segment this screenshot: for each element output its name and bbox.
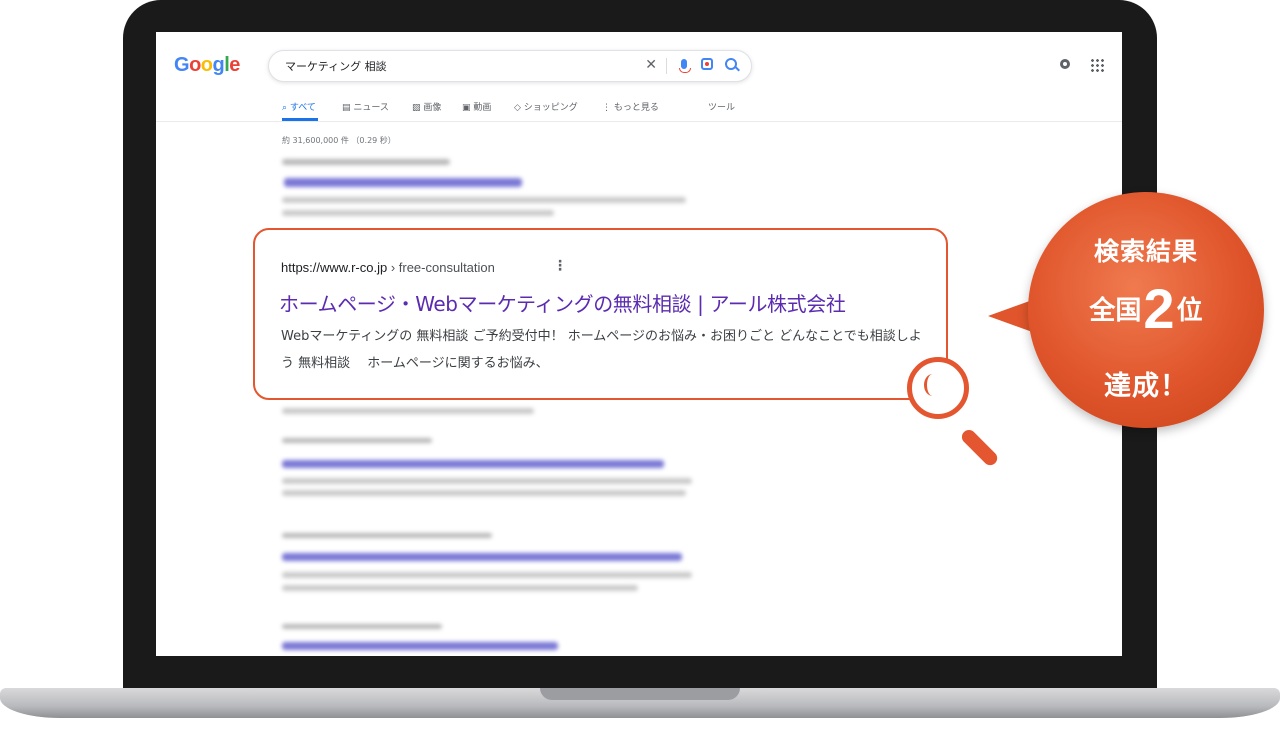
blurred-result-snippet xyxy=(282,478,692,484)
tab-shopping[interactable]: ◇ ショッピング xyxy=(514,100,578,113)
lens-icon[interactable] xyxy=(701,58,713,70)
apps-grid-icon[interactable] xyxy=(1090,58,1104,72)
blurred-result-snippet xyxy=(282,490,686,496)
result-url[interactable]: https://www.r-co.jp › free-consultation xyxy=(281,260,495,275)
tab-news[interactable]: ▤ ニュース xyxy=(342,100,389,113)
highlighted-search-result[interactable]: https://www.r-co.jp › free-consultation … xyxy=(253,228,948,400)
magnifier-icon xyxy=(907,357,969,419)
blurred-result-url xyxy=(282,438,432,443)
search-divider xyxy=(666,58,667,74)
blurred-result-title[interactable] xyxy=(282,642,558,650)
search-icon[interactable] xyxy=(725,58,737,70)
tab-all[interactable]: ⌕ すべて xyxy=(282,100,316,113)
blurred-result-title[interactable] xyxy=(282,553,682,561)
tab-more[interactable]: ⋮ もっと見る xyxy=(602,100,659,113)
search-input[interactable]: マーケティング 相談 ✕ xyxy=(268,50,752,82)
result-menu-icon[interactable]: ⋮ xyxy=(553,258,567,274)
search-query-text[interactable]: マーケティング 相談 xyxy=(285,58,387,74)
ranking-badge: 検索結果 全国2位 達成！ xyxy=(1028,192,1264,428)
tab-videos[interactable]: ▣ 動画 xyxy=(462,100,491,113)
blurred-result-snippet xyxy=(282,210,554,216)
blurred-result-title[interactable] xyxy=(284,178,522,187)
clear-icon[interactable]: ✕ xyxy=(645,57,657,73)
google-logo[interactable]: Google xyxy=(174,54,240,77)
blurred-result-url xyxy=(282,624,442,629)
blurred-result-snippet xyxy=(282,197,686,203)
result-title-link[interactable]: ホームページ・Webマーケティングの無料相談 | アール株式会社 xyxy=(279,288,846,317)
tab-tools[interactable]: ツール xyxy=(708,100,735,113)
result-snippet: Webマーケティングの 無料相談 ご予約受付中！ ホームページのお悩み・お困りご… xyxy=(281,329,922,371)
blurred-result-snippet xyxy=(282,408,534,414)
badge-line2: 全国2位 xyxy=(1089,277,1203,340)
tab-images[interactable]: ▨ 画像 xyxy=(412,100,441,113)
badge-line1: 検索結果 xyxy=(1093,237,1198,266)
badge-line3: 達成！ xyxy=(1104,371,1188,402)
blurred-result-url xyxy=(282,533,492,538)
laptop-base xyxy=(0,688,1280,735)
mic-icon[interactable] xyxy=(679,59,691,73)
blurred-result-title[interactable] xyxy=(282,460,664,468)
blurred-result-url xyxy=(282,159,450,165)
blurred-result-snippet xyxy=(282,572,692,578)
blurred-result-snippet xyxy=(282,585,638,591)
header-divider xyxy=(156,121,1122,122)
result-stats: 約 31,600,000 件 （0.29 秒） xyxy=(282,136,396,145)
gear-icon[interactable] xyxy=(1060,59,1070,69)
laptop-notch xyxy=(540,688,740,700)
magnifier-shine xyxy=(924,374,941,396)
